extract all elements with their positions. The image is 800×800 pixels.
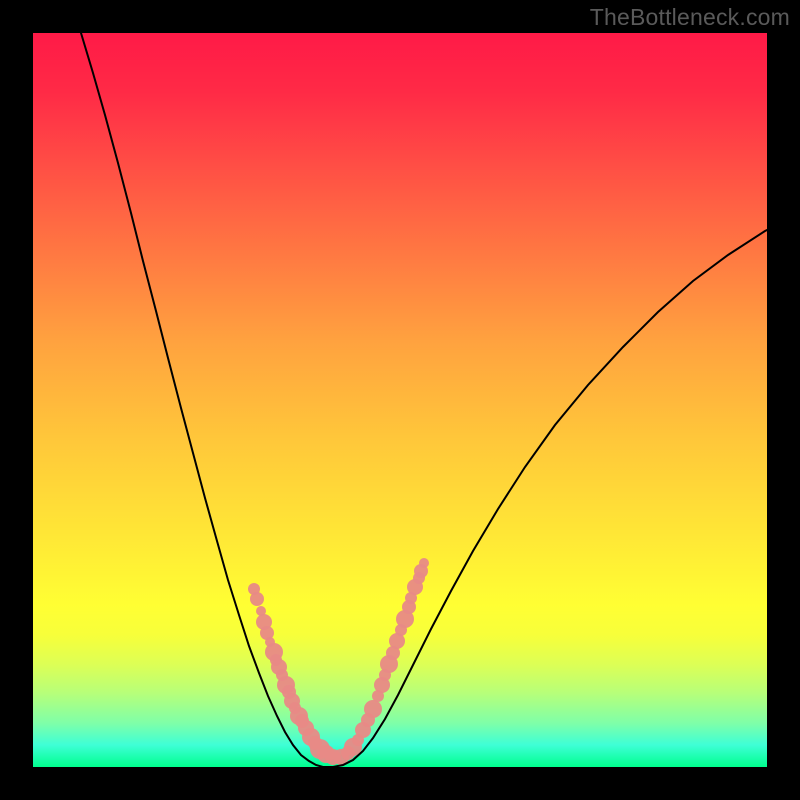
curve-lines xyxy=(81,33,767,767)
plot-area xyxy=(33,33,767,767)
scatter-dots xyxy=(248,558,429,765)
watermark-text: TheBottleneck.com xyxy=(590,4,790,31)
series-left-curve xyxy=(81,33,323,767)
dot-left-dots xyxy=(250,592,264,606)
chart-frame: TheBottleneck.com xyxy=(0,0,800,800)
dot-right-dots xyxy=(364,700,382,718)
chart-overlay-svg xyxy=(33,33,767,767)
dot-right-dots xyxy=(419,558,429,568)
